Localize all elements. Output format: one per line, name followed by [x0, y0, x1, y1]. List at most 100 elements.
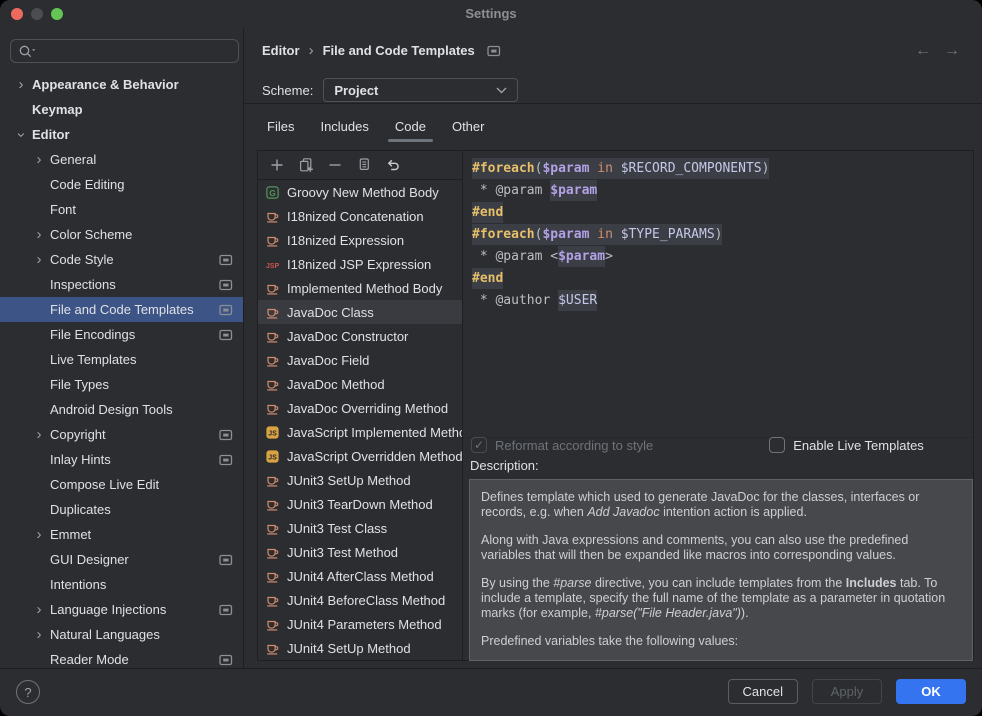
java-file-icon	[264, 617, 281, 632]
template-editor[interactable]: #foreach($param in $RECORD_COMPONENTS) *…	[463, 151, 973, 438]
chevron-right-icon[interactable]: ›	[28, 255, 50, 265]
tab-other[interactable]: Other	[452, 112, 485, 143]
template-item-junit4-setup-method[interactable]: JUnit4 SetUp Method	[258, 636, 462, 660]
sidebar-item-natural-languages[interactable]: ›Natural Languages	[0, 622, 243, 647]
sidebar-item-intentions[interactable]: Intentions	[0, 572, 243, 597]
add-icon[interactable]	[269, 157, 285, 173]
apply-button[interactable]: Apply	[812, 679, 882, 704]
sidebar-item-inlay-hints[interactable]: Inlay Hints	[0, 447, 243, 472]
template-item-javadoc-field[interactable]: JavaDoc Field	[258, 348, 462, 372]
chevron-down-icon[interactable]: ›	[16, 124, 26, 146]
chevron-right-icon[interactable]: ›	[28, 430, 50, 440]
remove-icon[interactable]	[327, 157, 343, 173]
search-icon	[17, 43, 38, 60]
ok-button[interactable]: OK	[896, 679, 966, 704]
java-file-icon	[264, 545, 281, 560]
template-item-i18nized-expression[interactable]: I18nized Expression	[258, 228, 462, 252]
java-file-icon	[264, 473, 281, 488]
sidebar-item-general[interactable]: ›General	[0, 147, 243, 172]
chevron-right-icon[interactable]: ›	[28, 605, 50, 615]
sidebar-item-reader-mode[interactable]: Reader Mode	[0, 647, 243, 668]
sidebar-item-copyright[interactable]: ›Copyright	[0, 422, 243, 447]
template-item-i18nized-concatenation[interactable]: I18nized Concatenation	[258, 204, 462, 228]
template-item-implemented-method-body[interactable]: Implemented Method Body	[258, 276, 462, 300]
breadcrumb-item-editor[interactable]: Editor	[262, 43, 300, 58]
template-item-junit3-teardown-method[interactable]: JUnit3 TearDown Method	[258, 492, 462, 516]
sidebar-item-emmet[interactable]: ›Emmet	[0, 522, 243, 547]
sidebar-item-compose-live-edit[interactable]: Compose Live Edit	[0, 472, 243, 497]
template-item-javascript-implemented-method[interactable]: JSJavaScript Implemented Method	[258, 420, 462, 444]
sidebar-item-editor[interactable]: ›Editor	[0, 122, 243, 147]
template-item-junit4-afterclass-method[interactable]: JUnit4 AfterClass Method	[258, 564, 462, 588]
chevron-right-icon[interactable]: ›	[28, 630, 50, 640]
sidebar-item-appearance-behavior[interactable]: ›Appearance & Behavior	[0, 72, 243, 97]
tab-files[interactable]: Files	[267, 112, 294, 143]
sidebar-item-inspections[interactable]: Inspections	[0, 272, 243, 297]
sidebar-item-keymap[interactable]: Keymap	[0, 97, 243, 122]
sidebar-item-android-design-tools[interactable]: Android Design Tools	[0, 397, 243, 422]
chevron-right-icon[interactable]: ›	[10, 80, 32, 90]
cancel-button[interactable]: Cancel	[728, 679, 798, 704]
java-file-icon	[264, 329, 281, 344]
code-token: >	[605, 249, 613, 264]
code-line: * @param $param	[472, 180, 973, 202]
enable-live-templates-label: Enable Live Templates	[793, 438, 924, 453]
sidebar-item-file-encodings[interactable]: File Encodings	[0, 322, 243, 347]
template-item-label: JUnit4 AfterClass Method	[287, 569, 434, 584]
screen-icon	[213, 454, 233, 466]
code-token	[613, 224, 621, 245]
sidebar-item-gui-designer[interactable]: GUI Designer	[0, 547, 243, 572]
template-item-javadoc-class[interactable]: JavaDoc Class	[258, 300, 462, 324]
sidebar-item-label: General	[50, 152, 96, 167]
template-item-javascript-overridden-method[interactable]: JSJavaScript Overridden Method	[258, 444, 462, 468]
chevron-right-icon[interactable]: ›	[28, 230, 50, 240]
sidebar-item-label: Live Templates	[50, 352, 136, 367]
groovy-file-icon: G	[264, 185, 281, 200]
minimize-window-icon[interactable]	[31, 8, 43, 20]
template-item-junit3-test-method[interactable]: JUnit3 Test Method	[258, 540, 462, 564]
sidebar-item-label: Code Editing	[50, 177, 124, 192]
java-file-icon	[264, 521, 281, 536]
chevron-down-icon	[496, 87, 507, 94]
search-input[interactable]	[10, 39, 239, 63]
chevron-right-icon[interactable]: ›	[28, 530, 50, 540]
scheme-select[interactable]: Project	[323, 78, 518, 102]
template-item-label: JUnit3 Test Method	[287, 545, 398, 560]
sidebar-item-live-templates[interactable]: Live Templates	[0, 347, 243, 372]
reset-icon[interactable]	[385, 157, 401, 173]
footer-buttons: Cancel Apply OK	[728, 679, 966, 704]
sidebar-item-color-scheme[interactable]: ›Color Scheme	[0, 222, 243, 247]
duplicate-icon[interactable]	[298, 157, 314, 173]
sidebar-item-font[interactable]: Font	[0, 197, 243, 222]
chevron-right-icon[interactable]: ›	[28, 155, 50, 165]
template-item-javadoc-constructor[interactable]: JavaDoc Constructor	[258, 324, 462, 348]
help-button[interactable]: ?	[16, 680, 40, 704]
forward-icon[interactable]: →	[944, 42, 960, 60]
template-item-junit3-setup-method[interactable]: JUnit3 SetUp Method	[258, 468, 462, 492]
template-item-javadoc-overriding-method[interactable]: JavaDoc Overriding Method	[258, 396, 462, 420]
template-item-junit3-test-class[interactable]: JUnit3 Test Class	[258, 516, 462, 540]
sidebar-item-label: File and Code Templates	[50, 302, 194, 317]
sidebar-item-duplicates[interactable]: Duplicates	[0, 497, 243, 522]
sidebar-item-file-types[interactable]: File Types	[0, 372, 243, 397]
template-item-junit4-beforeclass-method[interactable]: JUnit4 BeforeClass Method	[258, 588, 462, 612]
close-window-icon[interactable]	[11, 8, 23, 20]
sidebar-item-file-and-code-templates[interactable]: File and Code Templates	[0, 297, 243, 322]
tab-includes[interactable]: Includes	[320, 112, 368, 143]
description-label: Description:	[470, 458, 539, 473]
screen-icon	[213, 554, 233, 566]
java-file-icon	[264, 497, 281, 512]
sidebar-item-label: GUI Designer	[50, 552, 129, 567]
template-item-i18nized-jsp-expression[interactable]: JSPI18nized JSP Expression	[258, 252, 462, 276]
sidebar-item-code-editing[interactable]: Code Editing	[0, 172, 243, 197]
zoom-window-icon[interactable]	[51, 8, 63, 20]
tab-code[interactable]: Code	[395, 112, 426, 143]
template-item-javadoc-method[interactable]: JavaDoc Method	[258, 372, 462, 396]
copy-icon[interactable]	[356, 157, 372, 173]
sidebar-item-language-injections[interactable]: ›Language Injections	[0, 597, 243, 622]
back-icon[interactable]: ←	[915, 42, 931, 60]
sidebar-item-code-style[interactable]: ›Code Style	[0, 247, 243, 272]
template-item-junit4-parameters-method[interactable]: JUnit4 Parameters Method	[258, 612, 462, 636]
template-item-groovy-new-method-body[interactable]: GGroovy New Method Body	[258, 180, 462, 204]
enable-live-templates-checkbox[interactable]	[769, 437, 785, 453]
